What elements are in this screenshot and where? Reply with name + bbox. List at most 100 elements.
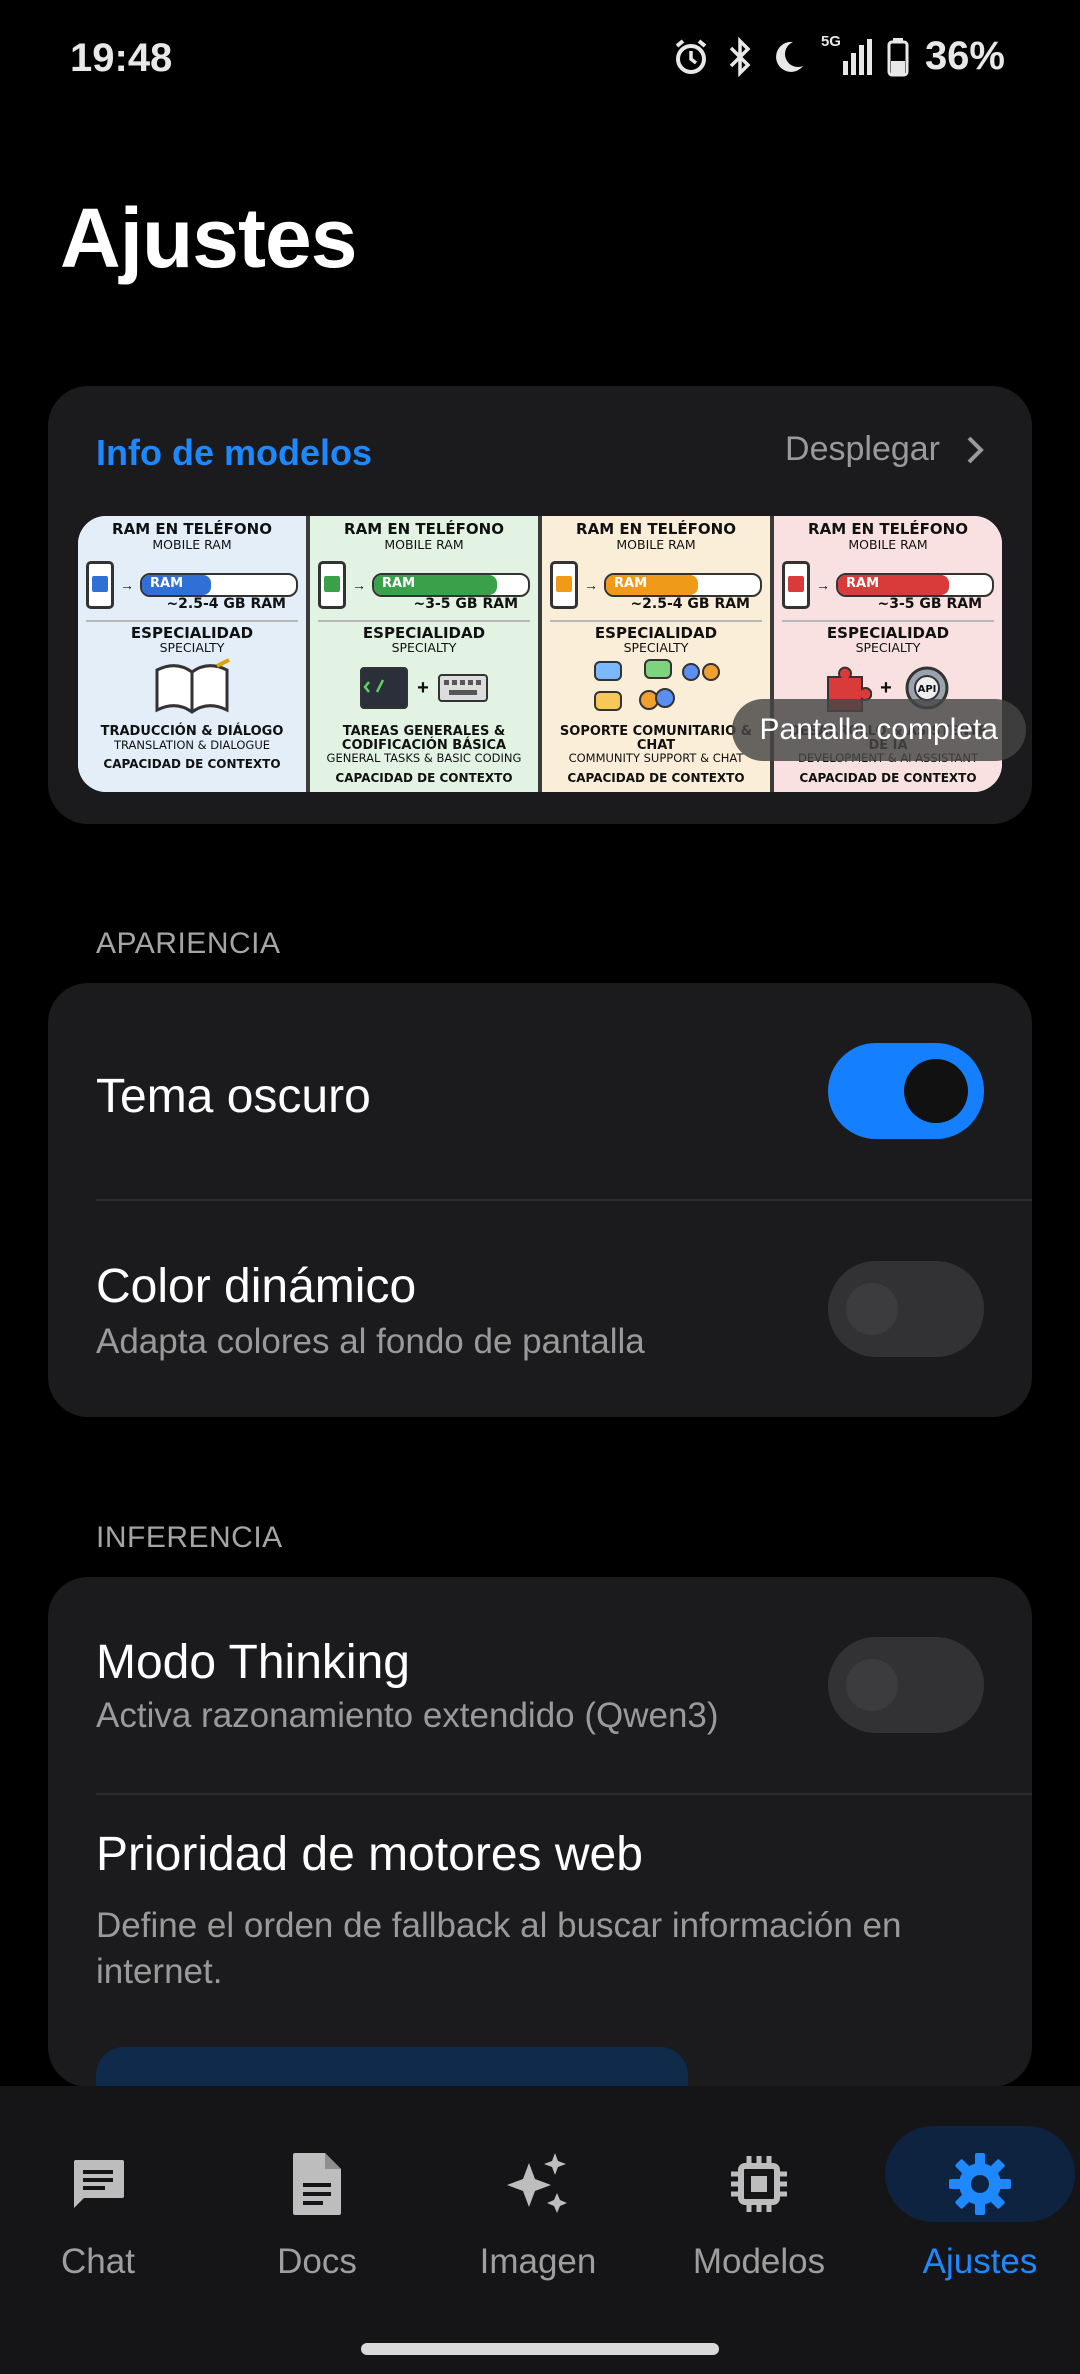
- ram-value: ~3-5 GB RAM: [877, 595, 982, 612]
- specialty-art: [550, 655, 762, 721]
- models-info-title: Info de modelos: [96, 432, 373, 473]
- ram-bar: RAM: [372, 572, 530, 597]
- toggle-knob: [904, 1059, 968, 1123]
- alarm-icon: [675, 38, 707, 74]
- thinking-mode-label: Modo Thinking: [96, 1636, 410, 1689]
- moon-icon: [776, 41, 803, 72]
- battery-level: 36%: [924, 34, 1005, 78]
- thinking-mode-description: Activa razonamiento extendido (Qwen3): [96, 1696, 719, 1735]
- task-label: SOPORTE COMUNITARIO & CHAT: [559, 724, 753, 753]
- web-engines-description: Define el orden de fallback al buscar in…: [96, 1906, 902, 1991]
- specialty-label: ESPECIALIDAD: [362, 623, 486, 642]
- web-engine-chip[interactable]: [96, 2047, 688, 2087]
- battery-icon: [887, 37, 909, 76]
- section-label-inference: INFERENCIA: [96, 1521, 283, 1554]
- phone-icon: [782, 560, 810, 609]
- status-time: 19:48: [70, 36, 173, 80]
- status-icons: 5G 36%: [671, 33, 1005, 79]
- task-sub: GENERAL TASKS & BASIC CODING: [326, 751, 522, 766]
- panel-header: RAM EN TELÉFONO: [344, 520, 504, 538]
- appearance-card: Tema oscuro Color dinámico Adapta colore…: [48, 983, 1032, 1417]
- ram-bar: RAM: [836, 572, 994, 597]
- task-sub: COMMUNITY SUPPORT & CHAT: [568, 751, 744, 766]
- nav-item-imagen[interactable]: Imagen: [448, 2144, 628, 2282]
- task-sub: TRANSLATION & DIALOGUE: [113, 737, 271, 752]
- specialty-art: [86, 655, 298, 721]
- book-icon: [155, 658, 230, 714]
- fullscreen-button[interactable]: Pantalla completa: [731, 699, 1026, 761]
- cut-text: CAPACIDAD DE CONTEXTO: [103, 757, 281, 772]
- inference-card: Modo Thinking Activa razonamiento extend…: [48, 1577, 1032, 2087]
- ram-label: RAM: [382, 575, 416, 591]
- panel-header-sub: MOBILE RAM: [152, 536, 232, 552]
- nav-item-chat[interactable]: Chat: [8, 2144, 188, 2282]
- specialty-sub: SPECIALTY: [391, 640, 457, 656]
- ram-value: ~2.5-4 GB RAM: [166, 595, 286, 612]
- thinking-mode-toggle[interactable]: [828, 1637, 984, 1733]
- divider: [96, 1199, 1032, 1201]
- specialty-sub: SPECIALTY: [623, 640, 689, 656]
- document-icon: [293, 2153, 341, 2215]
- dark-theme-label: Tema oscuro: [96, 1070, 371, 1123]
- nav-item-ajustes[interactable]: Ajustes: [890, 2144, 1070, 2282]
- infographic-panel: RAM EN TELÉFONO MOBILE RAM → RAM ~2.5-4 GB R…: [78, 516, 310, 792]
- cut-text: CAPACIDAD DE CONTEXTO: [335, 770, 513, 785]
- dynamic-color-label: Color dinámico: [96, 1260, 417, 1313]
- phone-icon: [86, 560, 114, 609]
- ram-bar: RAM: [604, 572, 762, 597]
- web-engines-title: Prioridad de motores web: [96, 1828, 643, 1881]
- nav-label: Docs: [277, 2242, 357, 2281]
- specialty-sub: SPECIALTY: [855, 640, 921, 656]
- dark-theme-toggle[interactable]: [828, 1043, 984, 1139]
- infographic-panel: RAM EN TELÉFONO MOBILE RAM → RAM ~3-5 GB RAM…: [310, 516, 542, 792]
- nav-item-modelos[interactable]: Modelos: [669, 2144, 849, 2282]
- panel-header-sub: MOBILE RAM: [384, 536, 464, 552]
- panel-header: RAM EN TELÉFONO: [112, 520, 272, 538]
- keyboard-icon: [437, 674, 488, 702]
- task-label: TRADUCCIÓN & DIÁLOGO: [100, 724, 284, 739]
- sparkle-icon: [507, 2153, 567, 2213]
- ram-value: ~2.5-4 GB RAM: [630, 595, 750, 612]
- code-window-icon: [360, 667, 409, 709]
- task-label: TAREAS GENERALES & CODIFICACIÓN BÁSICA: [341, 724, 507, 753]
- community-icon: [594, 659, 720, 711]
- specialty-label: ESPECIALIDAD: [594, 623, 718, 642]
- chevron-right-icon: [967, 436, 984, 463]
- svg-text:API: API: [917, 684, 936, 695]
- nav-item-docs[interactable]: Docs: [227, 2144, 407, 2282]
- nav-label: Ajustes: [922, 2242, 1038, 2281]
- ram-label: RAM: [150, 575, 184, 591]
- specialty-label: ESPECIALIDAD: [826, 623, 950, 642]
- bottom-navigation: Chat Docs Imagen Modelos Ajustes: [0, 2086, 1080, 2374]
- nav-label: Chat: [61, 2242, 135, 2281]
- panel-header-sub: MOBILE RAM: [616, 536, 696, 552]
- ram-label: RAM: [614, 575, 648, 591]
- specialty-art: +: [318, 655, 530, 721]
- page-title: Ajustes: [60, 191, 357, 285]
- phone-icon: [550, 560, 578, 609]
- status-bar: 19:48 5G 36%: [0, 0, 1080, 120]
- panel-header-sub: MOBILE RAM: [848, 536, 928, 552]
- expand-button[interactable]: Desplegar: [785, 430, 984, 469]
- nav-label: Modelos: [692, 2242, 826, 2281]
- nav-label: Imagen: [479, 2242, 597, 2281]
- gear-icon: [949, 2153, 1011, 2215]
- signal-icon: 5G: [821, 33, 873, 77]
- home-indicator[interactable]: [361, 2343, 719, 2355]
- specialty-sub: SPECIALTY: [159, 640, 225, 656]
- toggle-knob: [846, 1659, 898, 1711]
- dynamic-color-description: Adapta colores al fondo de pantalla: [96, 1322, 645, 1361]
- bluetooth-icon: [729, 36, 751, 77]
- panel-header: RAM EN TELÉFONO: [576, 520, 736, 538]
- toggle-knob: [846, 1283, 898, 1335]
- chip-icon: [731, 2156, 787, 2212]
- panel-header: RAM EN TELÉFONO: [808, 520, 968, 538]
- divider: [96, 1793, 1032, 1795]
- section-label-appearance: APARIENCIA: [96, 927, 281, 960]
- dynamic-color-toggle[interactable]: [828, 1261, 984, 1357]
- ram-label: RAM: [846, 575, 880, 591]
- cut-text: CAPACIDAD DE CONTEXTO: [567, 770, 745, 785]
- cut-text: CAPACIDAD DE CONTEXTO: [799, 770, 977, 785]
- phone-icon: [318, 560, 346, 609]
- ram-bar: RAM: [140, 572, 298, 597]
